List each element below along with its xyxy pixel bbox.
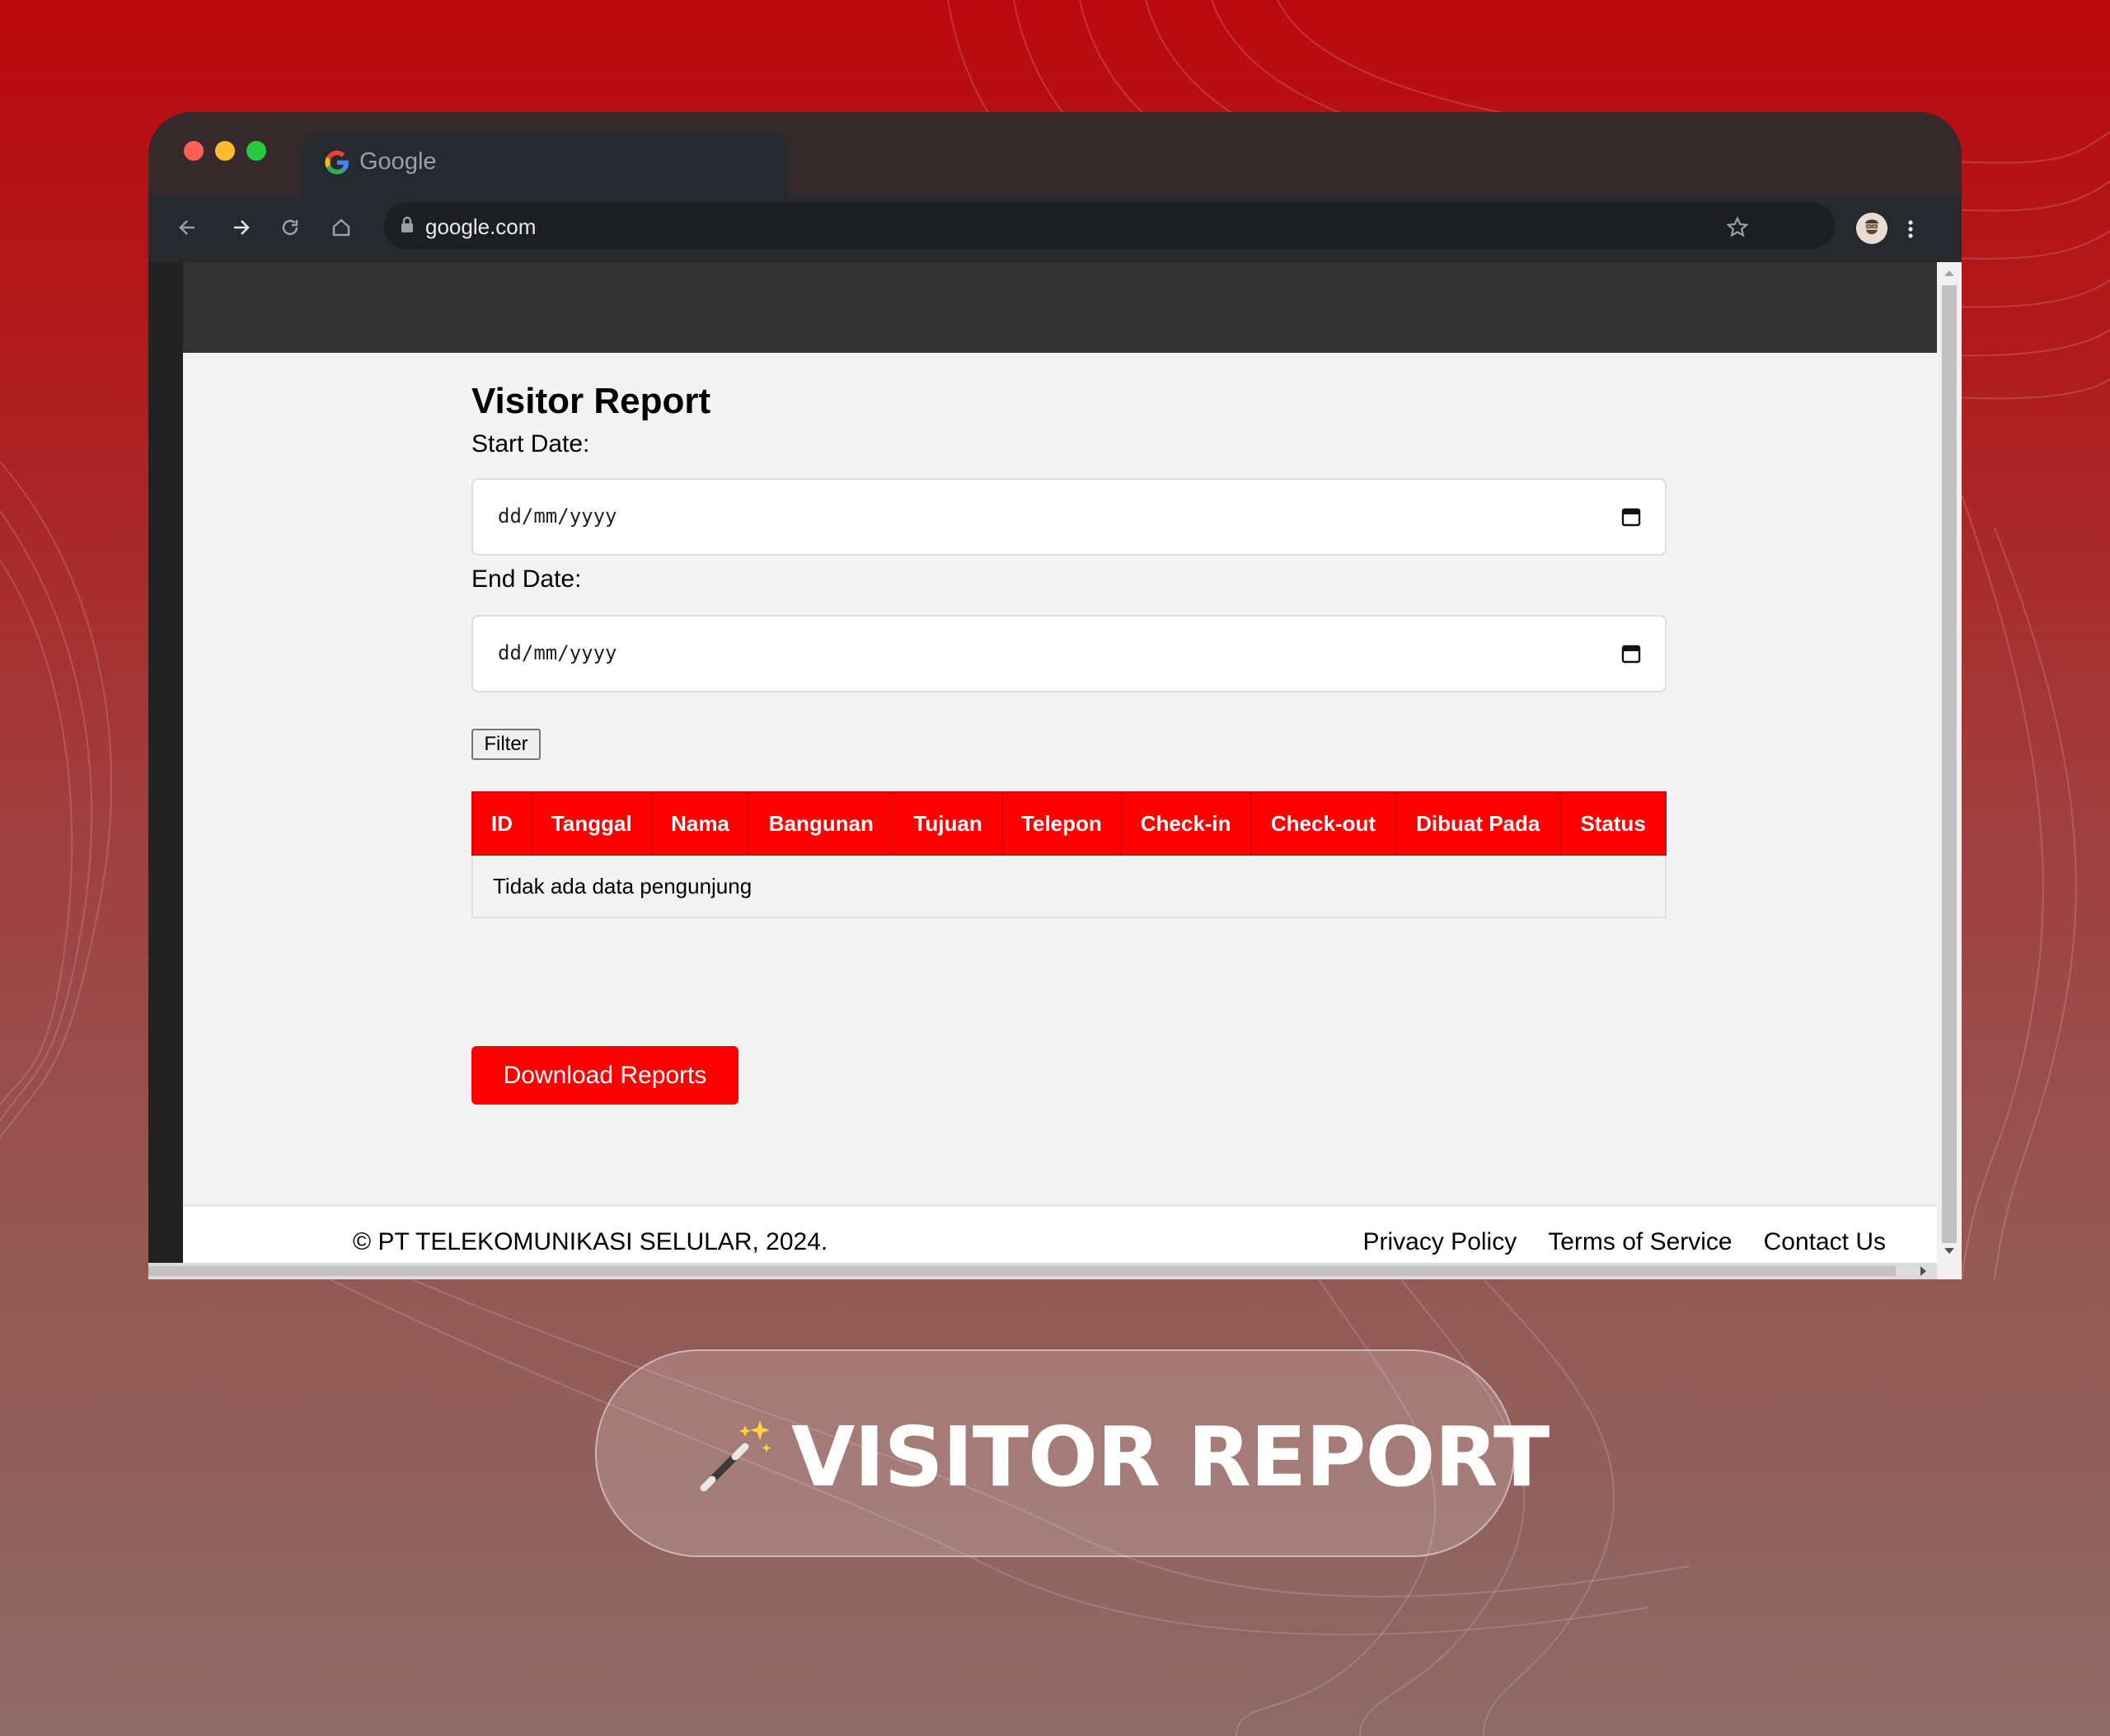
column-header[interactable]: Check-out <box>1250 791 1397 856</box>
end-date-input[interactable]: dd/mm/yyyy <box>471 615 1667 692</box>
reload-icon[interactable] <box>274 211 307 244</box>
side-panel <box>148 262 183 1279</box>
start-date-input[interactable]: dd/mm/yyyy <box>471 478 1667 556</box>
horizontal-scrollbar[interactable] <box>148 1263 1937 1279</box>
horizontal-scroll-thumb[interactable] <box>148 1266 1896 1276</box>
end-date-label: End Date: <box>471 565 582 593</box>
close-window-button[interactable] <box>184 141 204 161</box>
column-header[interactable]: Nama <box>650 791 750 856</box>
vertical-scrollbar[interactable] <box>1937 262 1962 1279</box>
page-footer: © PT TELEKOMUNIKASI SELULAR, 2024. Priva… <box>183 1203 1937 1263</box>
download-reports-button[interactable]: Download Reports <box>471 1046 738 1105</box>
column-header[interactable]: Telepon <box>1001 791 1122 856</box>
vertical-scroll-thumb[interactable] <box>1942 285 1957 1243</box>
minimize-window-button[interactable] <box>215 141 235 161</box>
maximize-window-button[interactable] <box>246 141 266 161</box>
lock-icon <box>401 216 413 232</box>
terms-of-service-link[interactable]: Terms of Service <box>1548 1228 1732 1256</box>
back-arrow-icon[interactable] <box>171 211 204 244</box>
forward-arrow-icon[interactable] <box>224 211 257 244</box>
empty-table-message: Tidak ada data pengunjung <box>471 854 1667 918</box>
browser-window: Google google.com Visitor Report Start D… <box>148 112 1962 1279</box>
start-date-label: Start Date: <box>471 430 590 457</box>
more-menu-icon[interactable] <box>1904 213 1917 246</box>
start-date-placeholder: dd/mm/yyyy <box>498 504 617 528</box>
profile-avatar[interactable] <box>1856 213 1887 244</box>
calendar-icon[interactable] <box>1620 506 1642 528</box>
browser-toolbar: google.com <box>148 195 1962 262</box>
tab-title: Google <box>359 148 437 175</box>
address-bar[interactable]: google.com <box>384 203 1835 249</box>
browser-tab[interactable]: Google <box>302 132 788 195</box>
url-text: google.com <box>425 214 537 239</box>
footer-links: Privacy Policy Terms of Service Contact … <box>1363 1228 1887 1256</box>
column-header[interactable]: Status <box>1559 791 1667 856</box>
calendar-icon[interactable] <box>1620 643 1642 664</box>
column-header[interactable]: Check-in <box>1119 791 1252 856</box>
privacy-policy-link[interactable]: Privacy Policy <box>1363 1228 1517 1256</box>
contact-us-link[interactable]: Contact Us <box>1764 1228 1886 1256</box>
table-row: Tidak ada data pengunjung <box>471 854 1667 918</box>
bookmark-star-icon[interactable] <box>1721 211 1754 244</box>
column-header[interactable]: Dibuat Pada <box>1395 791 1562 856</box>
column-header[interactable]: Tujuan <box>893 791 1003 856</box>
column-header[interactable]: Tanggal <box>530 791 653 856</box>
google-logo-icon <box>325 150 349 175</box>
magic-wand-icon <box>700 1420 771 1492</box>
table-header-row: ID Tanggal Nama Bangunan Tujuan Telepon … <box>471 791 1667 856</box>
end-date-placeholder: dd/mm/yyyy <box>498 641 617 664</box>
column-header[interactable]: ID <box>471 791 532 856</box>
visitor-table: ID Tanggal Nama Bangunan Tujuan Telepon … <box>471 791 1667 918</box>
filter-button[interactable]: Filter <box>471 729 541 760</box>
banner-title: VISITOR REPORT <box>791 1409 1550 1505</box>
page-viewport: Visitor Report Start Date: dd/mm/yyyy En… <box>148 262 1962 1279</box>
scroll-up-arrow-icon[interactable] <box>1944 270 1954 276</box>
browser-titlebar: Google <box>148 112 1962 195</box>
column-header[interactable]: Bangunan <box>748 791 895 856</box>
page-title: Visitor Report <box>471 381 711 421</box>
scroll-down-arrow-icon[interactable] <box>1944 1248 1954 1254</box>
scroll-right-arrow-icon[interactable] <box>1920 1266 1926 1276</box>
page-header <box>183 262 1937 353</box>
home-icon[interactable] <box>325 211 358 244</box>
copyright-text: © PT TELEKOMUNIKASI SELULAR, 2024. <box>353 1228 828 1255</box>
title-banner: VISITOR REPORT <box>595 1349 1550 1557</box>
